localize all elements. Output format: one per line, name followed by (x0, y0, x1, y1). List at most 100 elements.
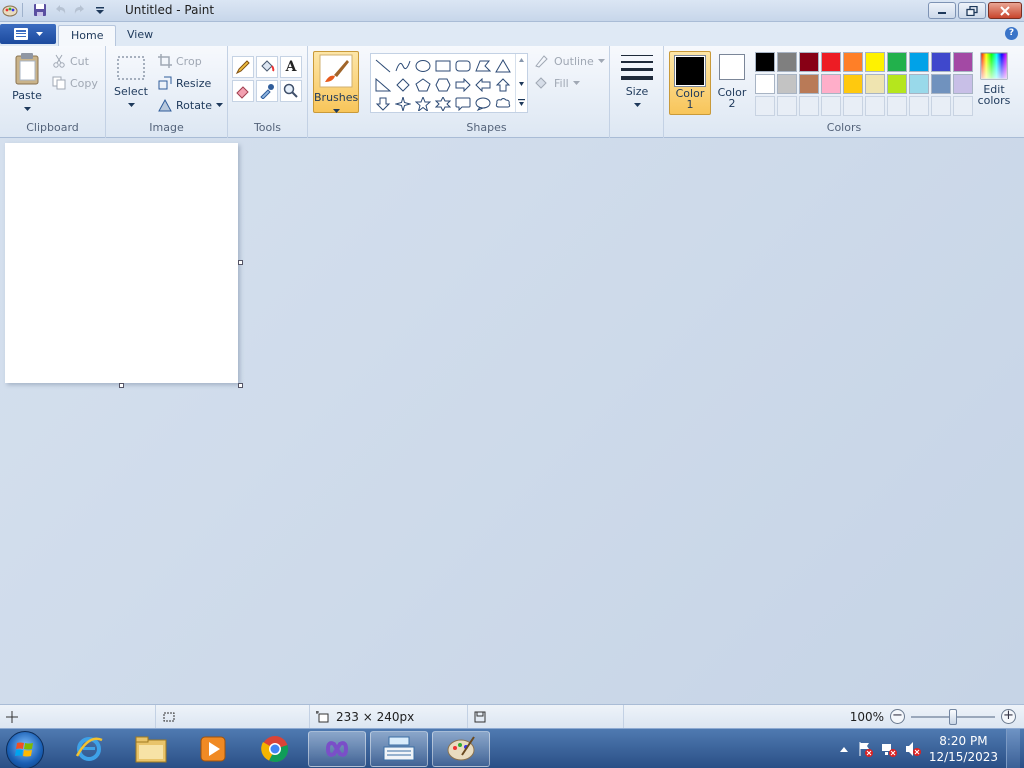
file-explorer-taskbar-button[interactable] (122, 731, 180, 767)
palette-swatch[interactable] (843, 52, 863, 72)
palette-swatch[interactable] (777, 52, 797, 72)
rectangle-shape-icon[interactable] (433, 56, 453, 75)
paint-menu-button[interactable] (0, 24, 56, 44)
polygon-shape-icon[interactable] (473, 56, 493, 75)
pencil-icon[interactable] (232, 56, 254, 78)
zoom-out-button[interactable]: − (890, 709, 905, 724)
edit-colors-button[interactable]: Edit colors (975, 52, 1013, 106)
palette-swatch[interactable] (799, 74, 819, 94)
palette-swatch[interactable] (953, 96, 973, 116)
six-point-star-shape-icon[interactable] (433, 94, 453, 113)
palette-swatch[interactable] (821, 74, 841, 94)
hexagon-shape-icon[interactable] (433, 75, 453, 94)
copy-button[interactable]: Copy (52, 76, 98, 90)
palette-swatch[interactable] (843, 96, 863, 116)
resize-button[interactable]: Resize (158, 76, 211, 90)
start-button[interactable] (6, 731, 44, 768)
oval-shape-icon[interactable] (413, 56, 433, 75)
color2-button[interactable]: Color 2 (713, 54, 751, 109)
on-screen-keyboard-taskbar-button[interactable] (370, 731, 428, 767)
size-button[interactable]: Size (618, 52, 656, 111)
taskbar-clock[interactable]: 8:20 PM 12/15/2023 (929, 733, 998, 765)
help-icon[interactable]: ? (1005, 27, 1018, 40)
right-arrow-shape-icon[interactable] (453, 75, 473, 94)
palette-swatch[interactable] (777, 74, 797, 94)
outline-button[interactable]: Outline (534, 54, 605, 68)
internet-explorer-taskbar-button[interactable] (60, 731, 118, 767)
palette-swatch[interactable] (887, 74, 907, 94)
palette-swatch[interactable] (931, 96, 951, 116)
pentagon-shape-icon[interactable] (413, 75, 433, 94)
resize-handle-corner[interactable] (238, 383, 243, 388)
chrome-taskbar-button[interactable] (246, 731, 304, 767)
color1-button[interactable]: Color 1 (669, 51, 711, 115)
redo-icon[interactable] (72, 2, 88, 18)
resize-handle-bottom[interactable] (119, 383, 124, 388)
palette-swatch[interactable] (865, 52, 885, 72)
media-player-taskbar-button[interactable] (184, 731, 242, 767)
close-button[interactable] (988, 2, 1022, 19)
five-point-star-shape-icon[interactable] (413, 94, 433, 113)
palette-swatch[interactable] (909, 52, 929, 72)
tab-home[interactable]: Home (58, 25, 117, 46)
eraser-icon[interactable] (232, 80, 254, 102)
palette-swatch[interactable] (843, 74, 863, 94)
save-icon[interactable] (32, 2, 48, 18)
fill-bucket-icon[interactable] (256, 56, 278, 78)
palette-swatch[interactable] (953, 52, 973, 72)
right-triangle-shape-icon[interactable] (373, 75, 393, 94)
palette-swatch[interactable] (799, 52, 819, 72)
rounded-rectangle-shape-icon[interactable] (453, 56, 473, 75)
rotate-button[interactable]: Rotate (158, 98, 224, 112)
curve-shape-icon[interactable] (393, 56, 413, 75)
left-arrow-shape-icon[interactable] (473, 75, 493, 94)
tab-view[interactable]: View (115, 25, 165, 46)
palette-swatch[interactable] (909, 96, 929, 116)
canvas-workspace[interactable] (0, 138, 1024, 704)
zoom-in-button[interactable]: + (1001, 709, 1016, 724)
palette-swatch[interactable] (821, 52, 841, 72)
network-icon[interactable] (881, 741, 897, 757)
palette-swatch[interactable] (799, 96, 819, 116)
crop-button[interactable]: Crop (158, 54, 202, 68)
maximize-button[interactable] (958, 2, 986, 19)
paint-taskbar-button[interactable] (432, 731, 490, 767)
minimize-button[interactable] (928, 2, 956, 19)
line-shape-icon[interactable] (373, 56, 393, 75)
four-point-star-shape-icon[interactable] (393, 94, 413, 113)
palette-swatch[interactable] (887, 52, 907, 72)
up-arrow-shape-icon[interactable] (493, 75, 513, 94)
palette-swatch[interactable] (755, 52, 775, 72)
palette-swatch[interactable] (953, 74, 973, 94)
customize-qat-icon[interactable] (92, 2, 108, 18)
text-icon[interactable]: A (280, 56, 302, 78)
show-hidden-icons-icon[interactable] (839, 745, 849, 753)
brushes-button[interactable]: Brushes (313, 51, 359, 113)
palette-swatch[interactable] (931, 74, 951, 94)
palette-swatch[interactable] (909, 74, 929, 94)
zoom-slider[interactable] (911, 708, 995, 725)
palette-swatch[interactable] (821, 96, 841, 116)
paint-app-icon[interactable] (2, 2, 18, 18)
undo-icon[interactable] (52, 2, 68, 18)
magnifier-icon[interactable] (280, 80, 302, 102)
palette-swatch[interactable] (777, 96, 797, 116)
volume-muted-icon[interactable] (905, 741, 921, 757)
palette-swatch[interactable] (755, 96, 775, 116)
select-button[interactable]: Select (114, 54, 148, 111)
action-center-flag-icon[interactable] (857, 741, 873, 757)
rounded-callout-shape-icon[interactable] (453, 94, 473, 113)
paste-button[interactable]: Paste (8, 52, 46, 115)
palette-swatch[interactable] (887, 96, 907, 116)
drawing-canvas[interactable] (5, 143, 238, 383)
diamond-shape-icon[interactable] (393, 75, 413, 94)
zoom-slider-thumb[interactable] (949, 708, 957, 725)
fill-button[interactable]: Fill (534, 76, 580, 90)
color-picker-icon[interactable] (256, 80, 278, 102)
resize-handle-right[interactable] (238, 260, 243, 265)
palette-swatch[interactable] (865, 74, 885, 94)
visual-studio-taskbar-button[interactable] (308, 731, 366, 767)
oval-callout-shape-icon[interactable] (473, 94, 493, 113)
palette-swatch[interactable] (931, 52, 951, 72)
cut-button[interactable]: Cut (52, 54, 89, 68)
